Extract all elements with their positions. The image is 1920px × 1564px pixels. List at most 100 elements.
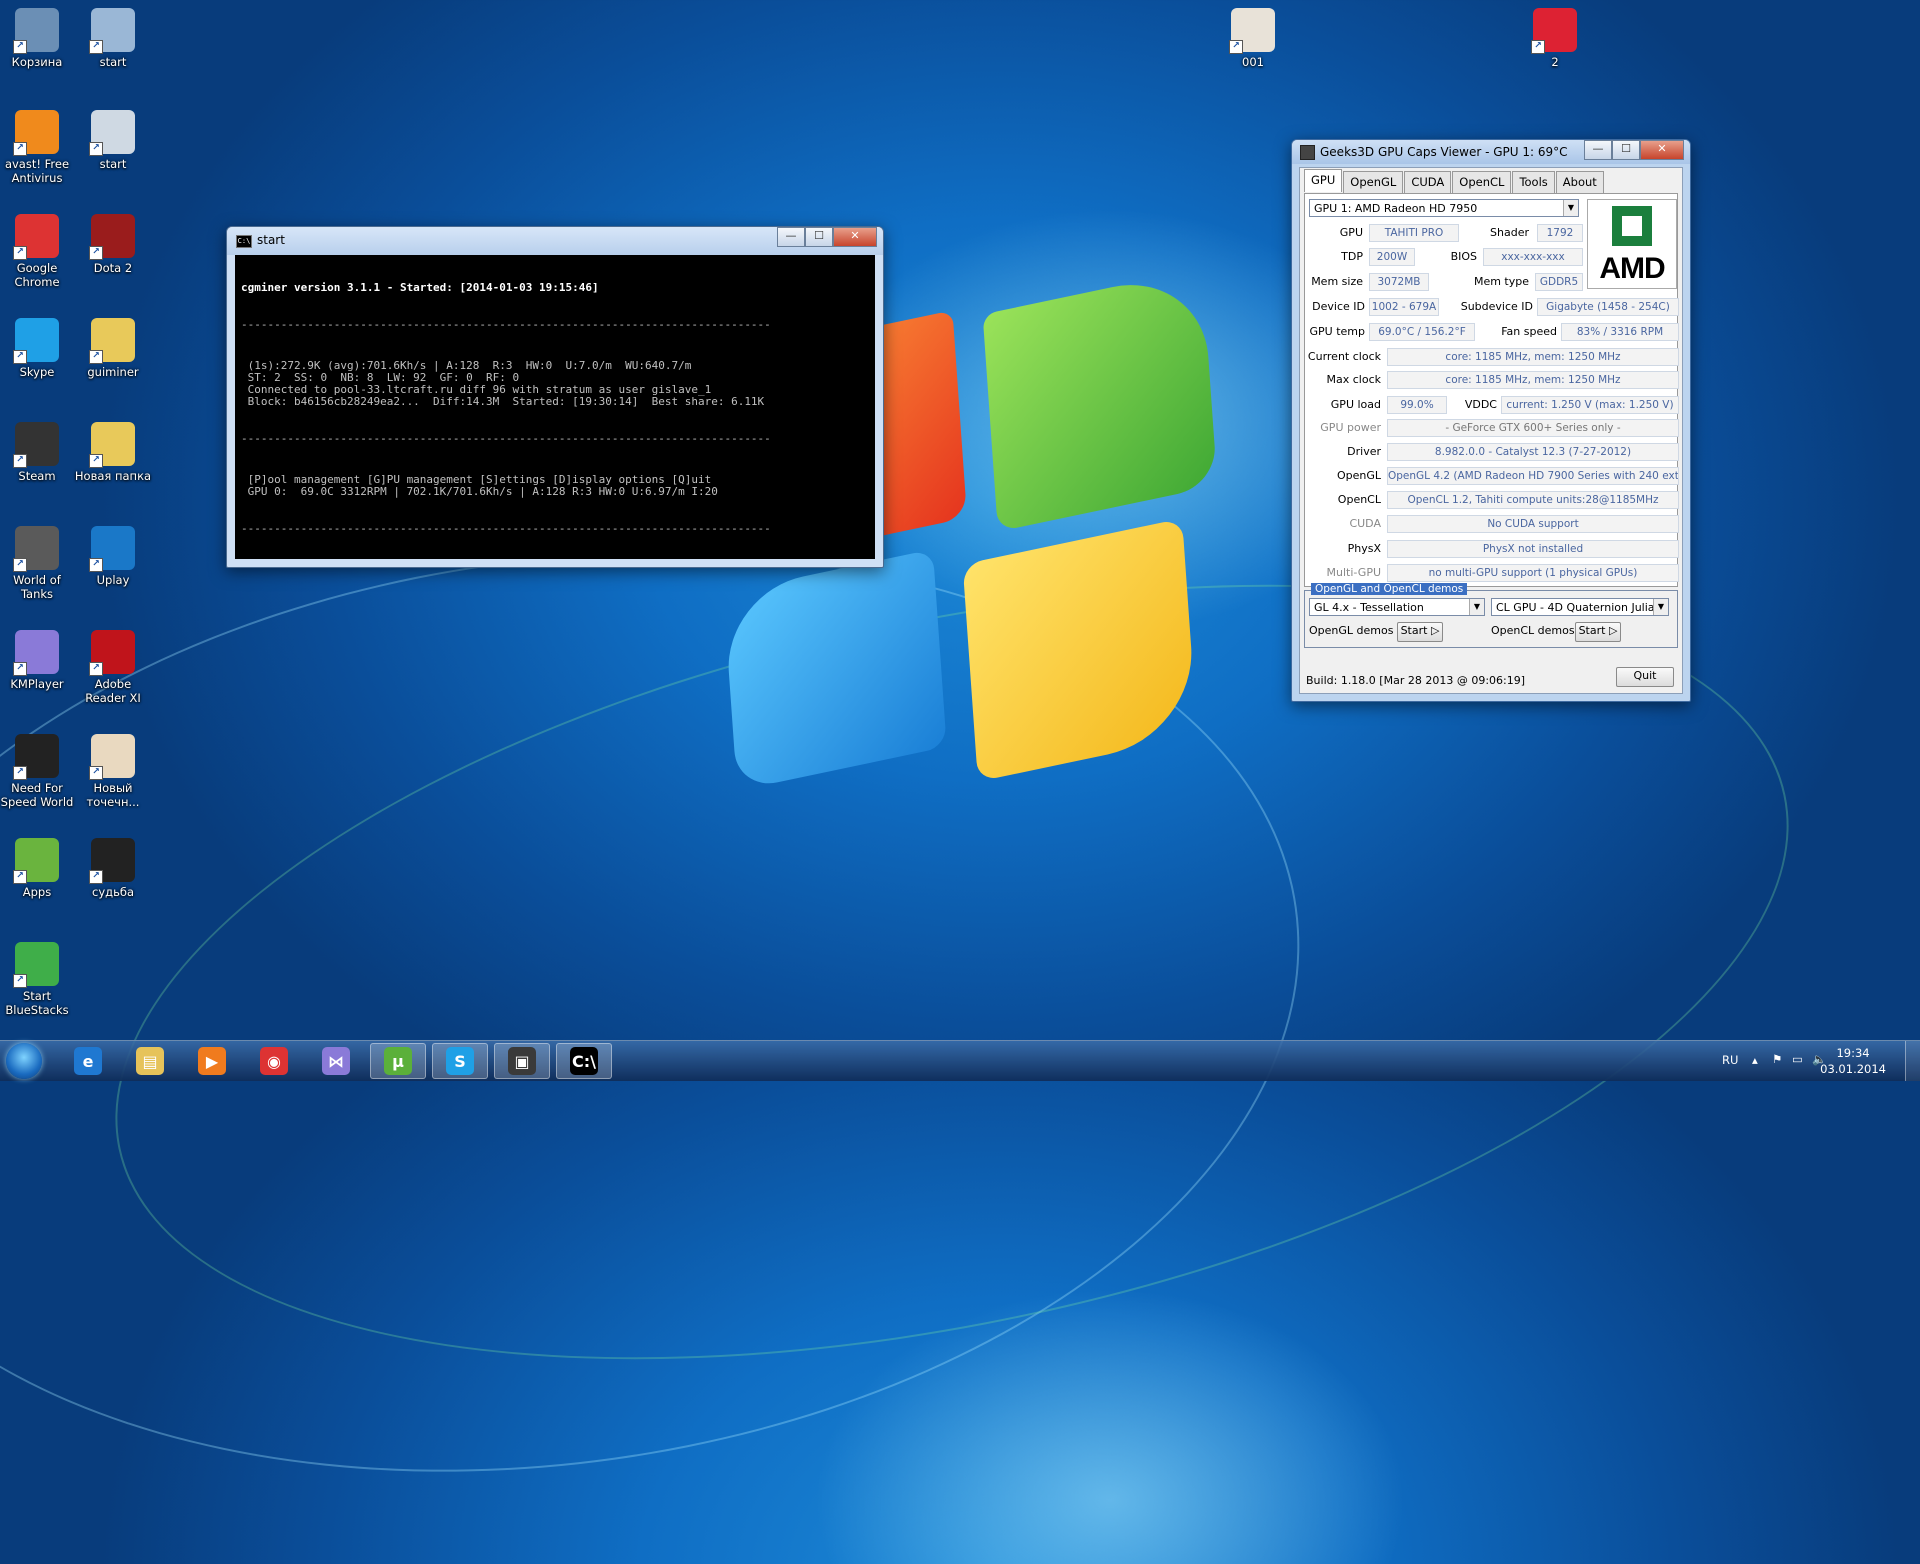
gpu-select[interactable]: GPU 1: AMD Radeon HD 7950 ▼	[1309, 199, 1579, 217]
gpu-select-value: GPU 1: AMD Radeon HD 7950	[1314, 202, 1478, 215]
shortcut-arrow-icon: ↗	[89, 454, 103, 468]
desktop-icon[interactable]: ↗ Skype	[0, 318, 77, 379]
shortcut-arrow-icon: ↗	[13, 870, 27, 884]
opengl-demo-start-button[interactable]: Start ▷	[1397, 622, 1443, 642]
desktop-icon[interactable]: ↗ Need For Speed World	[0, 734, 77, 809]
desktop-icon[interactable]: ↗ Steam	[0, 422, 77, 483]
console-output[interactable]: cgminer version 3.1.1 - Started: [2014-0…	[235, 255, 875, 559]
opengl-demo-select-value: GL 4.x - Tessellation	[1314, 601, 1424, 614]
tab-tools[interactable]: Tools	[1512, 171, 1555, 194]
taskbar-button[interactable]: C:\	[556, 1043, 612, 1079]
quit-button[interactable]: Quit	[1616, 667, 1674, 687]
taskbar-button[interactable]: ⋈	[308, 1043, 364, 1079]
tab-gpu[interactable]: GPU	[1304, 169, 1343, 192]
opencl-demo-select[interactable]: CL GPU - 4D Quaternion Julia Se ▼	[1491, 598, 1669, 616]
desktop-icon-label: Корзина	[11, 55, 63, 69]
desktop-icon-label: guiminer	[87, 365, 139, 379]
folder-icon: ↗	[89, 318, 135, 364]
tray-expand-icon[interactable]: ▴	[1752, 1053, 1758, 1067]
taskbar-button[interactable]: S	[432, 1043, 488, 1079]
desktop-icon[interactable]: ↗ start	[73, 110, 153, 171]
multigpu-label: Multi-GPU	[1326, 566, 1381, 579]
desktop-icon[interactable]: ↗ Start BlueStacks	[0, 942, 77, 1017]
desktop-icon[interactable]: ↗ KMPlayer	[0, 630, 77, 691]
demos-group-title: OpenGL and OpenCL demos	[1311, 583, 1468, 595]
taskbar-button[interactable]: ◉	[246, 1043, 302, 1079]
desktop-icon[interactable]: ↗ судьба	[73, 838, 153, 899]
desktop-icon-label: 2	[1551, 55, 1559, 69]
action-center-icon[interactable]: ⚑	[1772, 1052, 1782, 1066]
minimize-button[interactable]: —	[777, 227, 805, 247]
opengl-demo-select[interactable]: GL 4.x - Tessellation ▼	[1309, 598, 1485, 616]
clock[interactable]: 19:34 03.01.2014	[1820, 1045, 1886, 1077]
folder-icon: ↗	[89, 422, 135, 468]
desktop-icon[interactable]: ↗ Новая папка	[73, 422, 153, 483]
close-button[interactable]: ✕	[833, 227, 877, 247]
amd-logo-text: AMD	[1599, 252, 1665, 285]
taskbar-button[interactable]: µ	[370, 1043, 426, 1079]
desktop-icon[interactable]: ↗ 001	[1213, 8, 1293, 69]
close-button[interactable]: ✕	[1640, 140, 1684, 160]
desktop-icon-label: Skype	[19, 365, 55, 379]
gputemp-value: 69.0°C / 156.2°F	[1369, 323, 1475, 341]
desktop-icon[interactable]: ↗ guiminer	[73, 318, 153, 379]
desktop-icon[interactable]: ↗ Adobe Reader XI	[73, 630, 153, 705]
image-file-icon: ↗	[1531, 8, 1577, 54]
desktop-icon[interactable]: ↗ Dota 2	[73, 214, 153, 275]
taskbar-button[interactable]: ▣	[494, 1043, 550, 1079]
gcv-body: GPU OpenGL CUDA OpenCL Tools About GPU 1: AMD…	[1299, 167, 1683, 694]
divider: ----------------------------------------…	[241, 318, 771, 331]
desktop-icon-label: Uplay	[96, 573, 130, 587]
desktop-icon[interactable]: ↗ avast! Free Antivirus	[0, 110, 77, 185]
multigpu-value: no multi-GPU support (1 physical GPUs)	[1387, 564, 1679, 582]
language-indicator[interactable]: RU	[1722, 1053, 1738, 1067]
fanspeed-label: Fan speed	[1501, 325, 1557, 338]
desktop-icon-label: Steam	[18, 469, 56, 483]
bitmap-icon: ↗	[89, 734, 135, 780]
desktop-icon[interactable]: ↗ Google Chrome	[0, 214, 77, 289]
desktop-icon-label: Adobe Reader XI	[85, 677, 141, 705]
desktop-icon[interactable]: ↗ 2	[1515, 8, 1595, 69]
minimize-button[interactable]: —	[1584, 140, 1612, 160]
maximize-button[interactable]: ☐	[805, 227, 833, 247]
divider: ----------------------------------------…	[241, 522, 771, 535]
desktop-icon[interactable]: ↗ start	[73, 8, 153, 69]
tab-cuda[interactable]: CUDA	[1404, 171, 1452, 194]
video-file-icon: ↗	[89, 838, 135, 884]
start-button[interactable]	[6, 1043, 42, 1079]
desktop-icon[interactable]: ↗ World of Tanks	[0, 526, 77, 601]
desktop-icon[interactable]: ↗ Новый точечн...	[73, 734, 153, 809]
desktop-icon-label: start	[99, 55, 127, 69]
skype-icon: S	[446, 1047, 474, 1075]
desktop-icon-label: start	[99, 157, 127, 171]
subdevice-label: Subdevice ID	[1460, 300, 1533, 313]
show-desktop-button[interactable]	[1905, 1041, 1920, 1081]
tab-opengl[interactable]: OpenGL	[1343, 171, 1404, 194]
console-titlebar[interactable]: C:\ start — ☐ ✕	[227, 227, 883, 255]
opencl-demos-label: OpenCL demos	[1491, 624, 1575, 637]
apps-icon: ↗	[13, 838, 59, 884]
fanspeed-value: 83% / 3316 RPM	[1561, 323, 1679, 341]
gpu-caps-viewer-window[interactable]: Geeks3D GPU Caps Viewer - GPU 1: 69°C — …	[1291, 139, 1691, 702]
taskbar-button[interactable]: e	[60, 1043, 116, 1079]
internet-explorer-icon: e	[74, 1047, 102, 1075]
desktop-icon[interactable]: ↗ Uplay	[73, 526, 153, 587]
tab-about[interactable]: About	[1555, 171, 1604, 194]
bluestacks-icon: ↗	[13, 942, 59, 988]
cuda-value: No CUDA support	[1387, 515, 1679, 533]
recycle-bin-icon: ↗	[13, 8, 59, 54]
tab-opencl[interactable]: OpenCL	[1452, 171, 1512, 194]
taskbar-button[interactable]: ▶	[184, 1043, 240, 1079]
taskbar-button[interactable]: ▤	[122, 1043, 178, 1079]
maximize-button[interactable]: ☐	[1612, 140, 1640, 160]
desktop-icon[interactable]: ↗ Apps	[0, 838, 77, 899]
opencl-demo-start-button[interactable]: Start ▷	[1575, 622, 1621, 642]
gcv-titlebar[interactable]: Geeks3D GPU Caps Viewer - GPU 1: 69°C — …	[1292, 140, 1690, 164]
cgminer-console-window[interactable]: C:\ start — ☐ ✕ cgminer version 3.1.1 - …	[226, 226, 884, 568]
cmd-icon: C:\	[570, 1047, 598, 1075]
bios-value: xxx-xxx-xxx	[1483, 248, 1583, 266]
desktop-icon-label: Apps	[22, 885, 52, 899]
desktop-icon[interactable]: ↗ Корзина	[0, 8, 77, 69]
gpu-caps-icon	[1300, 145, 1315, 160]
network-icon[interactable]: ▭	[1792, 1052, 1803, 1066]
